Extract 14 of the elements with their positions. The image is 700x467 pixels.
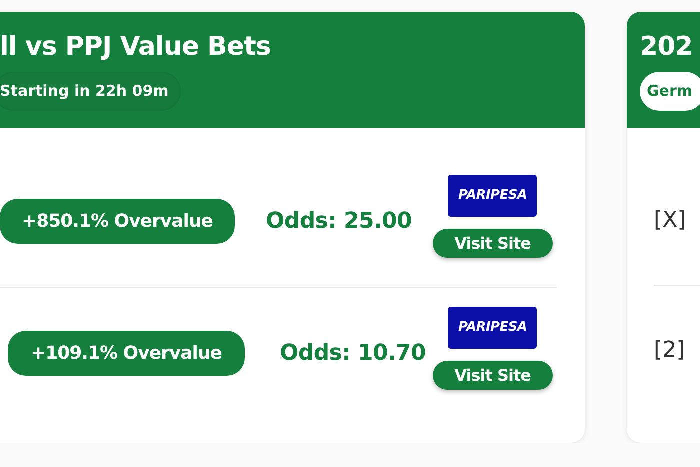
visit-site-button[interactable]: Visit Site xyxy=(432,228,553,258)
visit-site-button[interactable]: Visit Site xyxy=(432,361,553,390)
overvalue-badge: +850.1% Overvalue xyxy=(0,198,235,244)
card-title: 202 xyxy=(640,31,693,64)
bookmaker-logo: PARIPESA xyxy=(448,307,538,349)
card-title: ll vs PPJ Value Bets xyxy=(0,31,271,64)
pick-label: [X] xyxy=(654,208,686,232)
odds-text: Odds: 25.00 xyxy=(266,208,412,234)
status-badge: Germ xyxy=(640,72,700,111)
overvalue-badge: +109.1% Overvalue xyxy=(8,331,245,376)
pick-label: [2] xyxy=(654,338,686,363)
status-badge: Starting in 22h 09m xyxy=(0,72,181,111)
odds-text: Odds: 10.70 xyxy=(280,341,426,366)
bookmaker-logo: PARIPESA xyxy=(448,174,538,216)
